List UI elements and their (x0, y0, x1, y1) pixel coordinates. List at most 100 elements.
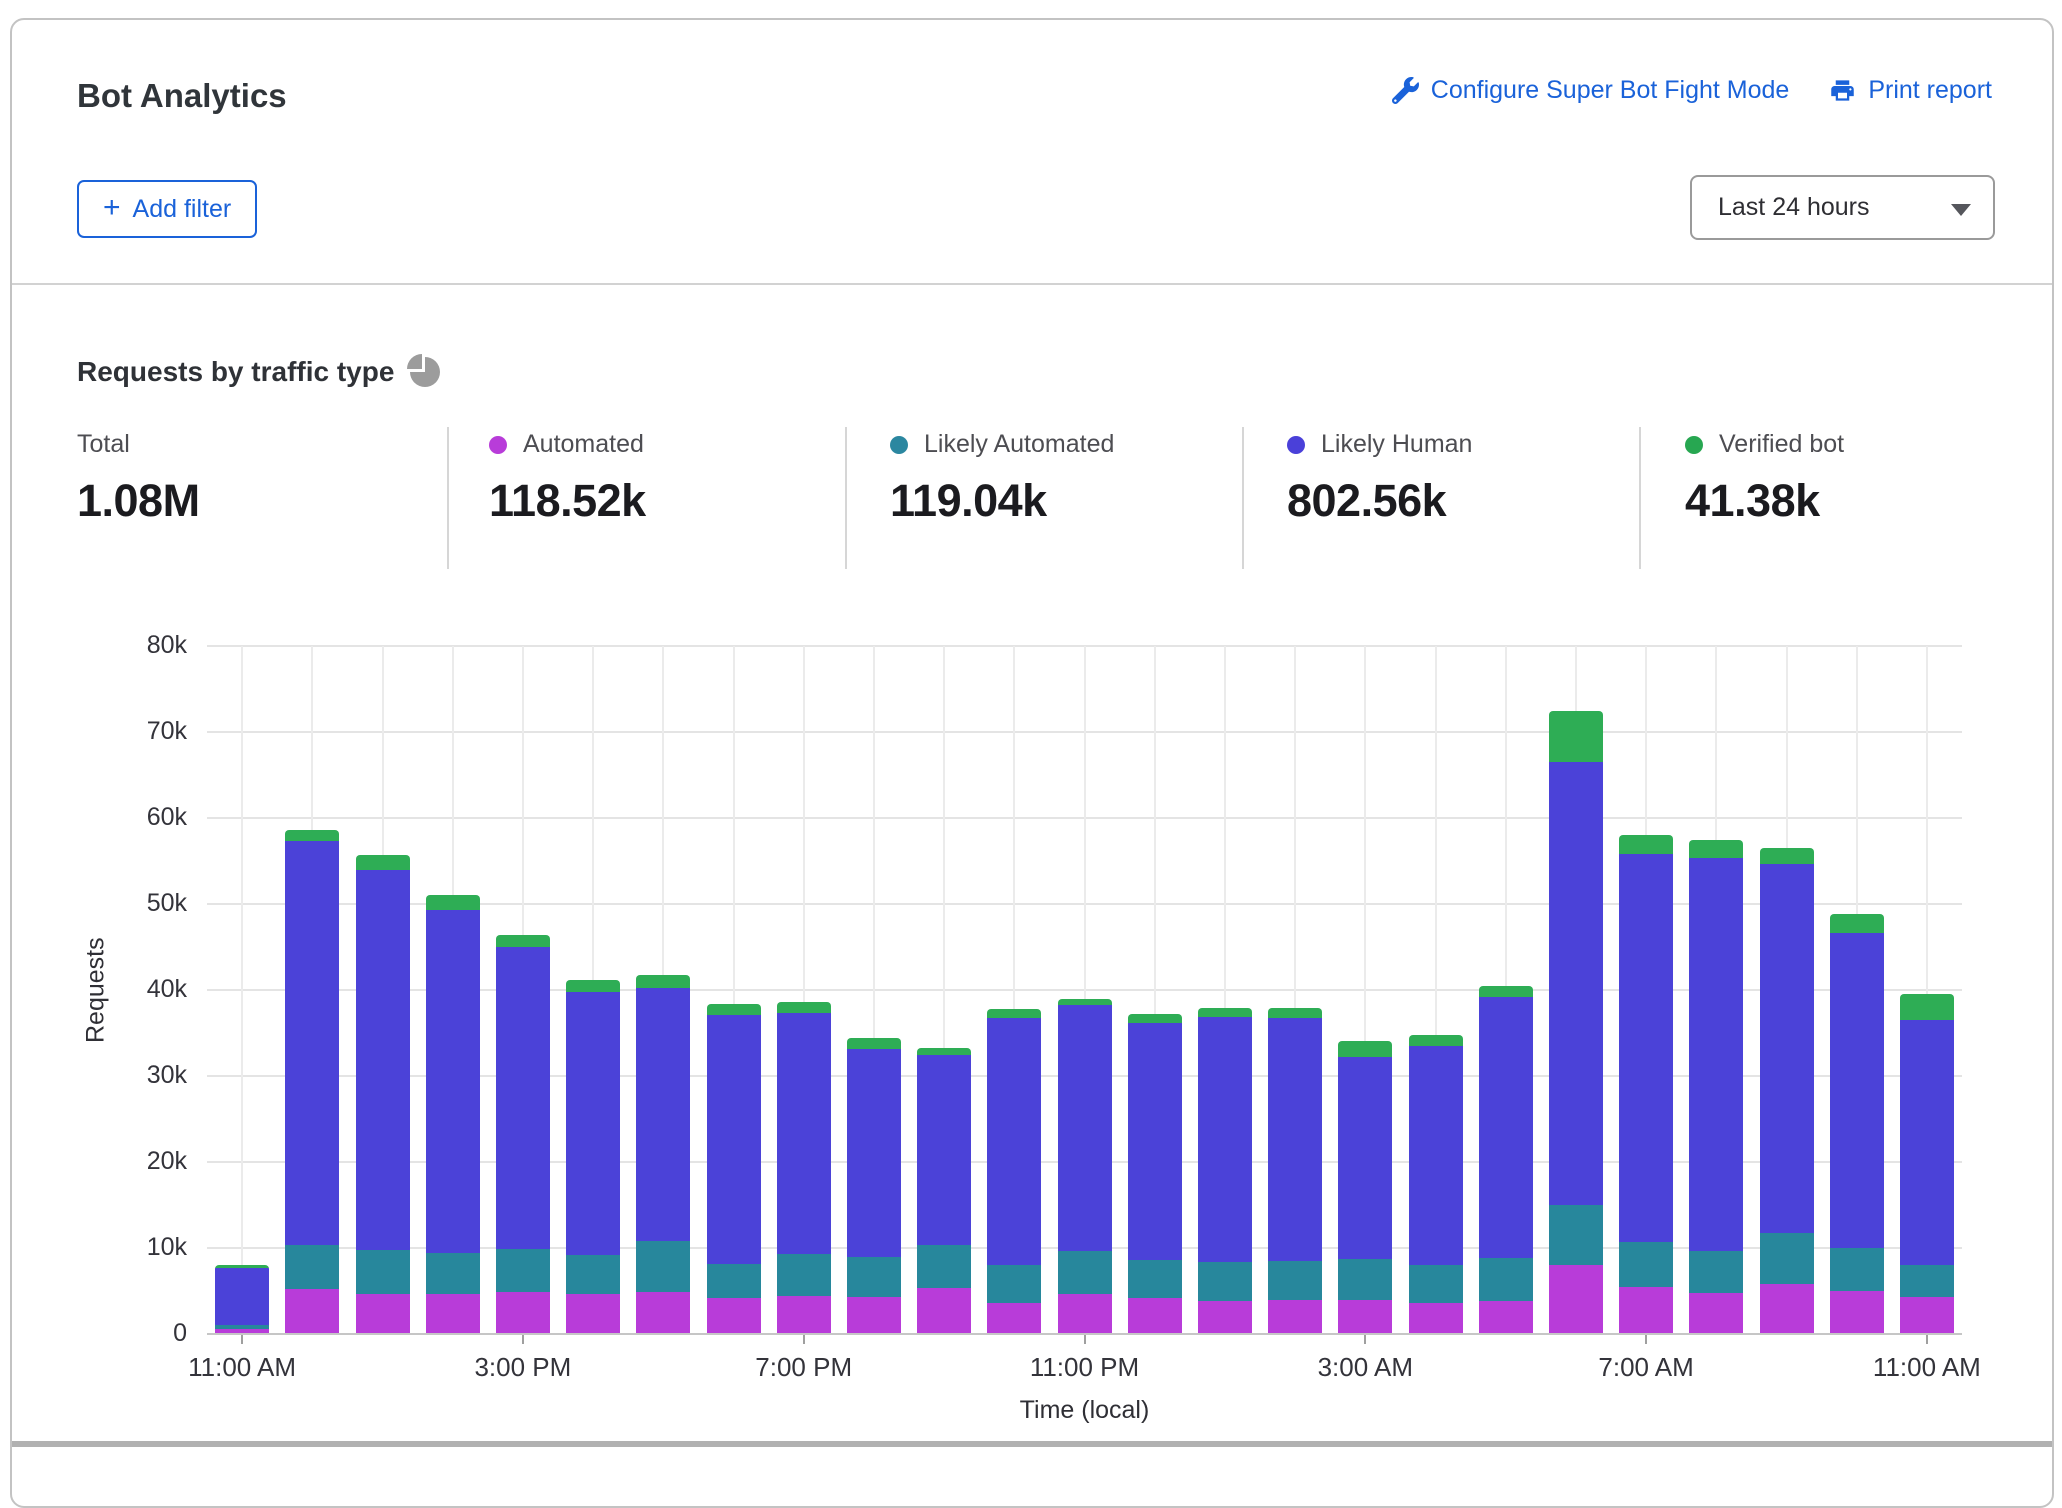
stacked-bar[interactable] (1268, 1008, 1322, 1334)
stacked-bar[interactable] (1058, 999, 1112, 1334)
bar-segment (1058, 1005, 1112, 1252)
stacked-bar[interactable] (1198, 1008, 1252, 1334)
stacked-bar[interactable] (566, 980, 620, 1334)
y-tick-label: 60k (82, 803, 187, 832)
bar-segment (496, 1292, 550, 1334)
section-title: Requests by traffic type (77, 356, 440, 388)
time-range-dropdown[interactable]: Last 24 hours (1690, 175, 1995, 240)
bar-segment (496, 1249, 550, 1292)
bar-segment (917, 1055, 971, 1246)
y-tick-label: 50k (82, 889, 187, 918)
stacked-bar[interactable] (917, 1048, 971, 1334)
stacked-bar[interactable] (987, 1009, 1041, 1334)
stacked-bar[interactable] (1549, 711, 1603, 1335)
bar-segment (707, 1264, 761, 1298)
plus-icon: + (103, 193, 121, 223)
bar-segment (1409, 1035, 1463, 1046)
stat-total-value: 1.08M (77, 475, 200, 527)
stacked-bar[interactable] (1689, 840, 1743, 1334)
bar-segment (1689, 840, 1743, 858)
bar-segment (1338, 1057, 1392, 1259)
stat-automated-value: 118.52k (489, 475, 646, 527)
bar-segment (285, 841, 339, 1244)
bar-segment (566, 992, 620, 1255)
stacked-bar[interactable] (426, 895, 480, 1334)
time-range-value: Last 24 hours (1718, 193, 1870, 222)
bar-segment (1689, 1293, 1743, 1334)
bar-segment (636, 1241, 690, 1292)
likely-automated-legend-dot (890, 436, 908, 454)
bar-segment (1830, 933, 1884, 1248)
stacked-bar[interactable] (1338, 1041, 1392, 1334)
bar-segment (1338, 1259, 1392, 1300)
bar-segment (987, 1303, 1041, 1334)
bar-segment (1268, 1300, 1322, 1334)
bar-segment (496, 947, 550, 1249)
bar-segment (1549, 711, 1603, 763)
bar-segment (356, 1294, 410, 1334)
add-filter-button[interactable]: + Add filter (77, 180, 257, 238)
x-tick-mark (241, 1334, 243, 1344)
bar-segment (285, 1245, 339, 1290)
bar-segment (636, 1292, 690, 1334)
bar-segment (777, 1013, 831, 1254)
stacked-bar[interactable] (1900, 994, 1954, 1334)
bar-segment (1198, 1017, 1252, 1262)
bar-segment (1409, 1265, 1463, 1303)
stacked-bar[interactable] (285, 830, 339, 1334)
stacked-bar[interactable] (1128, 1014, 1182, 1334)
bot-analytics-card: Bot Analytics Configure Super Bot Fight … (10, 18, 2054, 1508)
stacked-bar[interactable] (1479, 986, 1533, 1334)
configure-super-bot-fight-mode-link[interactable]: Configure Super Bot Fight Mode (1392, 76, 1790, 105)
stacked-bar[interactable] (1409, 1035, 1463, 1334)
bar-segment (1058, 1251, 1112, 1294)
bar-segment (1689, 1251, 1743, 1293)
stacked-bar[interactable] (777, 1002, 831, 1334)
bar-segment (1900, 1297, 1954, 1334)
print-report-link[interactable]: Print report (1829, 76, 1992, 105)
gridline-x (241, 646, 243, 1334)
bar-segment (1760, 848, 1814, 864)
x-axis-title: Time (local) (207, 1396, 1962, 1425)
stacked-bar[interactable] (1760, 848, 1814, 1334)
x-tick-mark (522, 1334, 524, 1344)
stat-likely-automated: Likely Automated 119.04k (890, 430, 1114, 527)
stat-total-label: Total (77, 430, 130, 459)
bar-segment (777, 1002, 831, 1013)
configure-link-label: Configure Super Bot Fight Mode (1431, 76, 1790, 105)
stacked-bar[interactable] (1830, 914, 1884, 1334)
bar-segment (1338, 1300, 1392, 1334)
stacked-bar[interactable] (496, 935, 550, 1334)
stat-divider (1639, 427, 1641, 569)
stacked-bar[interactable] (636, 975, 690, 1334)
bar-segment (1619, 1287, 1673, 1334)
bar-segment (1479, 986, 1533, 997)
bar-segment (285, 1289, 339, 1334)
x-tick-mark (803, 1334, 805, 1344)
stacked-bar[interactable] (847, 1038, 901, 1334)
bar-segment (1198, 1301, 1252, 1334)
x-tick-label: 7:00 PM (755, 1352, 852, 1383)
x-tick-label: 11:00 PM (1030, 1352, 1139, 1383)
stacked-bar[interactable] (707, 1004, 761, 1334)
bar-segment (1619, 1242, 1673, 1287)
bar-segment (1128, 1260, 1182, 1298)
bar-segment (1338, 1041, 1392, 1057)
stat-verified-bot-label: Verified bot (1719, 430, 1844, 459)
stacked-bar[interactable] (356, 855, 410, 1334)
stacked-bar[interactable] (215, 1265, 269, 1334)
bar-segment (847, 1257, 901, 1297)
section-title-text: Requests by traffic type (77, 356, 394, 388)
bar-segment (987, 1265, 1041, 1303)
y-tick-label: 80k (82, 631, 187, 660)
bar-segment (1549, 1205, 1603, 1265)
stat-likely-automated-value: 119.04k (890, 475, 1114, 527)
bar-segment (1549, 1265, 1603, 1334)
stacked-bar[interactable] (1619, 835, 1673, 1334)
y-tick-label: 40k (82, 975, 187, 1004)
bar-segment (1619, 835, 1673, 854)
stat-likely-human-value: 802.56k (1287, 475, 1472, 527)
stat-verified-bot-value: 41.38k (1685, 475, 1844, 527)
bar-segment (1268, 1018, 1322, 1261)
bar-segment (356, 870, 410, 1250)
